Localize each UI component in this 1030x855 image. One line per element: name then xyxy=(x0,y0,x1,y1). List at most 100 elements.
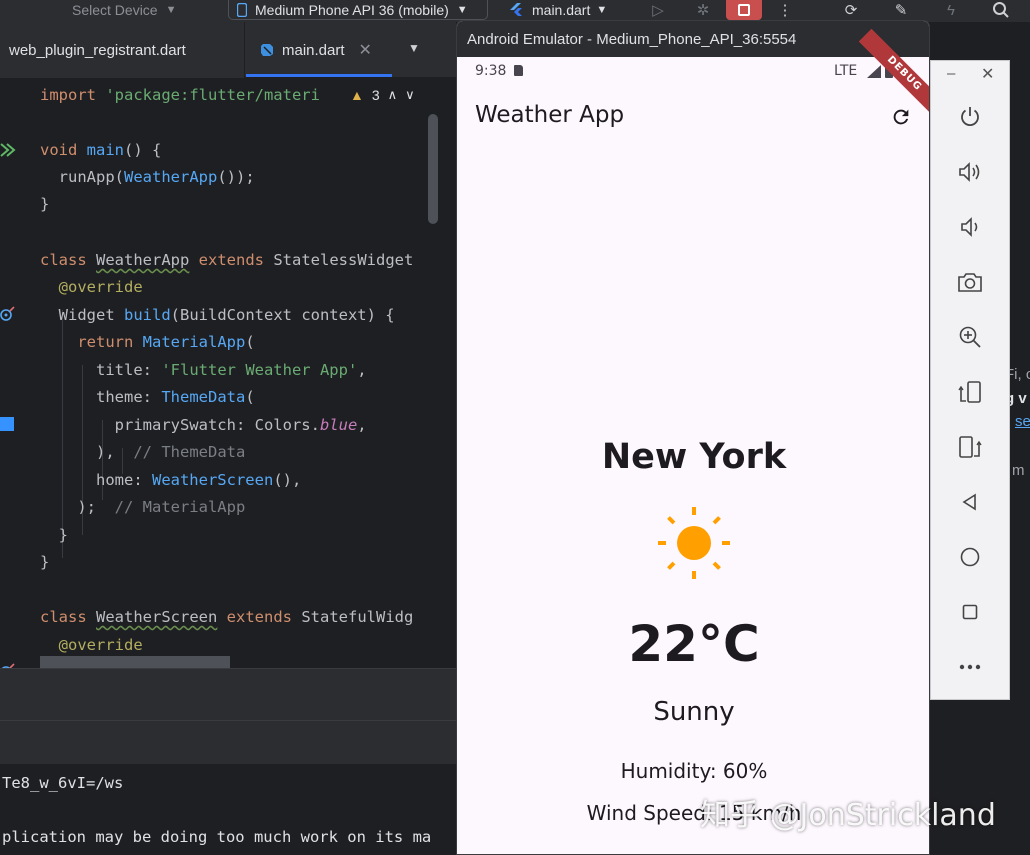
background-text: m xyxy=(1012,462,1025,479)
app-bar-title: Weather App xyxy=(475,102,625,128)
code-line-9: Widget build(BuildContext context) { xyxy=(40,306,395,324)
chevron-down-icon[interactable]: ∨ xyxy=(405,87,415,103)
inspection-widget[interactable]: ▲ 3 ∧ ∨ xyxy=(350,84,440,106)
code-line-4: runApp(WeatherApp()); xyxy=(40,168,255,186)
tool-window-header xyxy=(0,668,456,720)
city-name: New York xyxy=(601,437,787,477)
code-line-8: @override xyxy=(40,278,143,296)
volume-up-button[interactable] xyxy=(955,157,985,187)
emulator-title: Android Emulator - Medium_Phone_API_36:5… xyxy=(467,30,797,48)
rotate-right-icon xyxy=(959,436,982,458)
overview-button[interactable] xyxy=(955,597,985,627)
run-toolbar xyxy=(0,720,456,764)
status-bar: 9:38 LTE xyxy=(457,57,929,85)
dart-file-icon xyxy=(261,44,273,56)
tab-label: main.dart xyxy=(282,41,345,59)
more-icon xyxy=(959,664,981,670)
home-button[interactable] xyxy=(955,542,985,572)
sd-card-icon xyxy=(514,65,523,76)
temperature: 22°C xyxy=(628,615,760,673)
rotate-left-icon xyxy=(958,381,981,403)
code-line-10: return MaterialApp( xyxy=(40,333,255,351)
color-swatch-blue[interactable] xyxy=(0,417,14,431)
volume-down-icon xyxy=(961,217,978,237)
rotate-left-button[interactable] xyxy=(955,377,985,407)
run-console[interactable]: Te8_w_6vI=/ws plication may be doing too… xyxy=(0,764,456,855)
device-selector[interactable]: Select Device ▼ xyxy=(72,0,176,20)
target-device-dropdown[interactable]: Medium Phone API 36 (mobile) ▼ xyxy=(228,0,488,20)
emulator-controls: – ✕ xyxy=(930,60,1010,700)
search-icon[interactable] xyxy=(988,0,1014,20)
ide-toolbar: Select Device ▼ Medium Phone API 36 (mob… xyxy=(0,0,1030,22)
horizontal-scrollbar[interactable] xyxy=(40,656,230,668)
screenshot-button[interactable] xyxy=(955,267,985,297)
active-tab-indicator xyxy=(246,74,392,77)
rotate-right-button[interactable] xyxy=(955,432,985,462)
phone-icon xyxy=(237,2,247,17)
background-window xyxy=(1010,22,1030,855)
run-icon[interactable]: ▷ xyxy=(645,0,671,20)
camera-icon xyxy=(958,273,982,292)
more-actions-icon[interactable]: ⋮ xyxy=(772,0,798,20)
tab-divider xyxy=(244,22,245,78)
overview-icon xyxy=(962,604,978,620)
debug-icon[interactable]: ✲ xyxy=(690,0,716,20)
power-button[interactable] xyxy=(955,102,985,132)
hot-restart-icon[interactable]: ⟳ xyxy=(838,0,864,20)
refresh-icon xyxy=(893,109,909,125)
emulator-title-bar[interactable]: Android Emulator - Medium_Phone_API_36:5… xyxy=(457,21,929,57)
more-button[interactable] xyxy=(955,652,985,682)
code-line-11: title: 'Flutter Weather App', xyxy=(40,361,367,379)
chevron-down-icon: ▼ xyxy=(596,4,608,16)
sunny-icon xyxy=(658,507,730,579)
tab-main-dart[interactable]: main.dart ✕ xyxy=(260,22,372,78)
refresh-button[interactable] xyxy=(887,103,915,131)
back-button[interactable] xyxy=(955,487,985,517)
chevron-down-icon: ▼ xyxy=(456,3,468,16)
lightning-icon[interactable]: ϟ xyxy=(938,0,964,20)
humidity: Humidity: 60% xyxy=(620,759,768,783)
code-line-18: } xyxy=(40,553,50,571)
warning-icon: ▲ xyxy=(350,87,364,103)
volume-up-icon xyxy=(959,162,980,182)
run-gutter-icon[interactable] xyxy=(0,142,18,163)
run-config-label: main.dart xyxy=(532,2,591,18)
target-device-label: Medium Phone API 36 (mobile) xyxy=(255,1,449,18)
volume-down-button[interactable] xyxy=(955,212,985,242)
editor-scrollbar[interactable] xyxy=(428,114,438,224)
code-line-1: import 'package:flutter/materi xyxy=(40,86,320,104)
flutter-icon xyxy=(510,3,522,16)
code-line-7: class WeatherApp extends StatelessWidget xyxy=(40,251,414,269)
tab-web-plugin-registrant[interactable]: web_plugin_registrant.dart xyxy=(0,22,244,78)
console-line: plication may be doing too much work on … xyxy=(2,828,432,846)
watermark-text: 知乎 @JonStrickland xyxy=(700,798,996,833)
code-line-16: ); // MaterialApp xyxy=(40,498,246,516)
run-config-dropdown[interactable]: main.dart ▼ xyxy=(508,0,607,20)
power-icon xyxy=(961,107,979,127)
phone-screen[interactable]: 9:38 LTE DEBUG Weather App New York 22°C… xyxy=(457,28,929,854)
minimize-icon[interactable]: – xyxy=(947,65,955,82)
zoom-button[interactable] xyxy=(955,322,985,352)
code-line-21: @override xyxy=(40,636,143,654)
close-tab-icon[interactable]: ✕ xyxy=(359,40,372,60)
code-line-17: } xyxy=(40,526,68,544)
tab-overflow-icon[interactable]: ▼ xyxy=(408,41,420,55)
zoom-in-icon xyxy=(959,326,981,348)
chevron-up-icon[interactable]: ∧ xyxy=(388,87,398,103)
weather-condition: Sunny xyxy=(653,697,735,727)
signal-icon xyxy=(867,65,881,78)
stop-icon xyxy=(738,4,750,16)
close-icon[interactable]: ✕ xyxy=(981,64,994,84)
override-gutter-icon[interactable] xyxy=(0,306,16,327)
code-editor[interactable]: import 'package:flutter/materi void main… xyxy=(0,78,456,668)
edit-icon[interactable]: ✎ xyxy=(888,0,914,20)
code-line-13: primarySwatch: Colors.blue, xyxy=(40,416,367,434)
code-line-20: class WeatherScreen extends StatefulWidg xyxy=(40,608,414,626)
status-time: 9:38 xyxy=(475,63,507,79)
code-line-14: ), // ThemeData xyxy=(40,443,246,461)
tab-label: web_plugin_registrant.dart xyxy=(9,41,186,59)
warning-count: 3 xyxy=(371,87,380,103)
override-gutter-icon[interactable] xyxy=(0,660,16,668)
stop-button[interactable] xyxy=(726,0,762,20)
home-icon xyxy=(960,547,980,567)
